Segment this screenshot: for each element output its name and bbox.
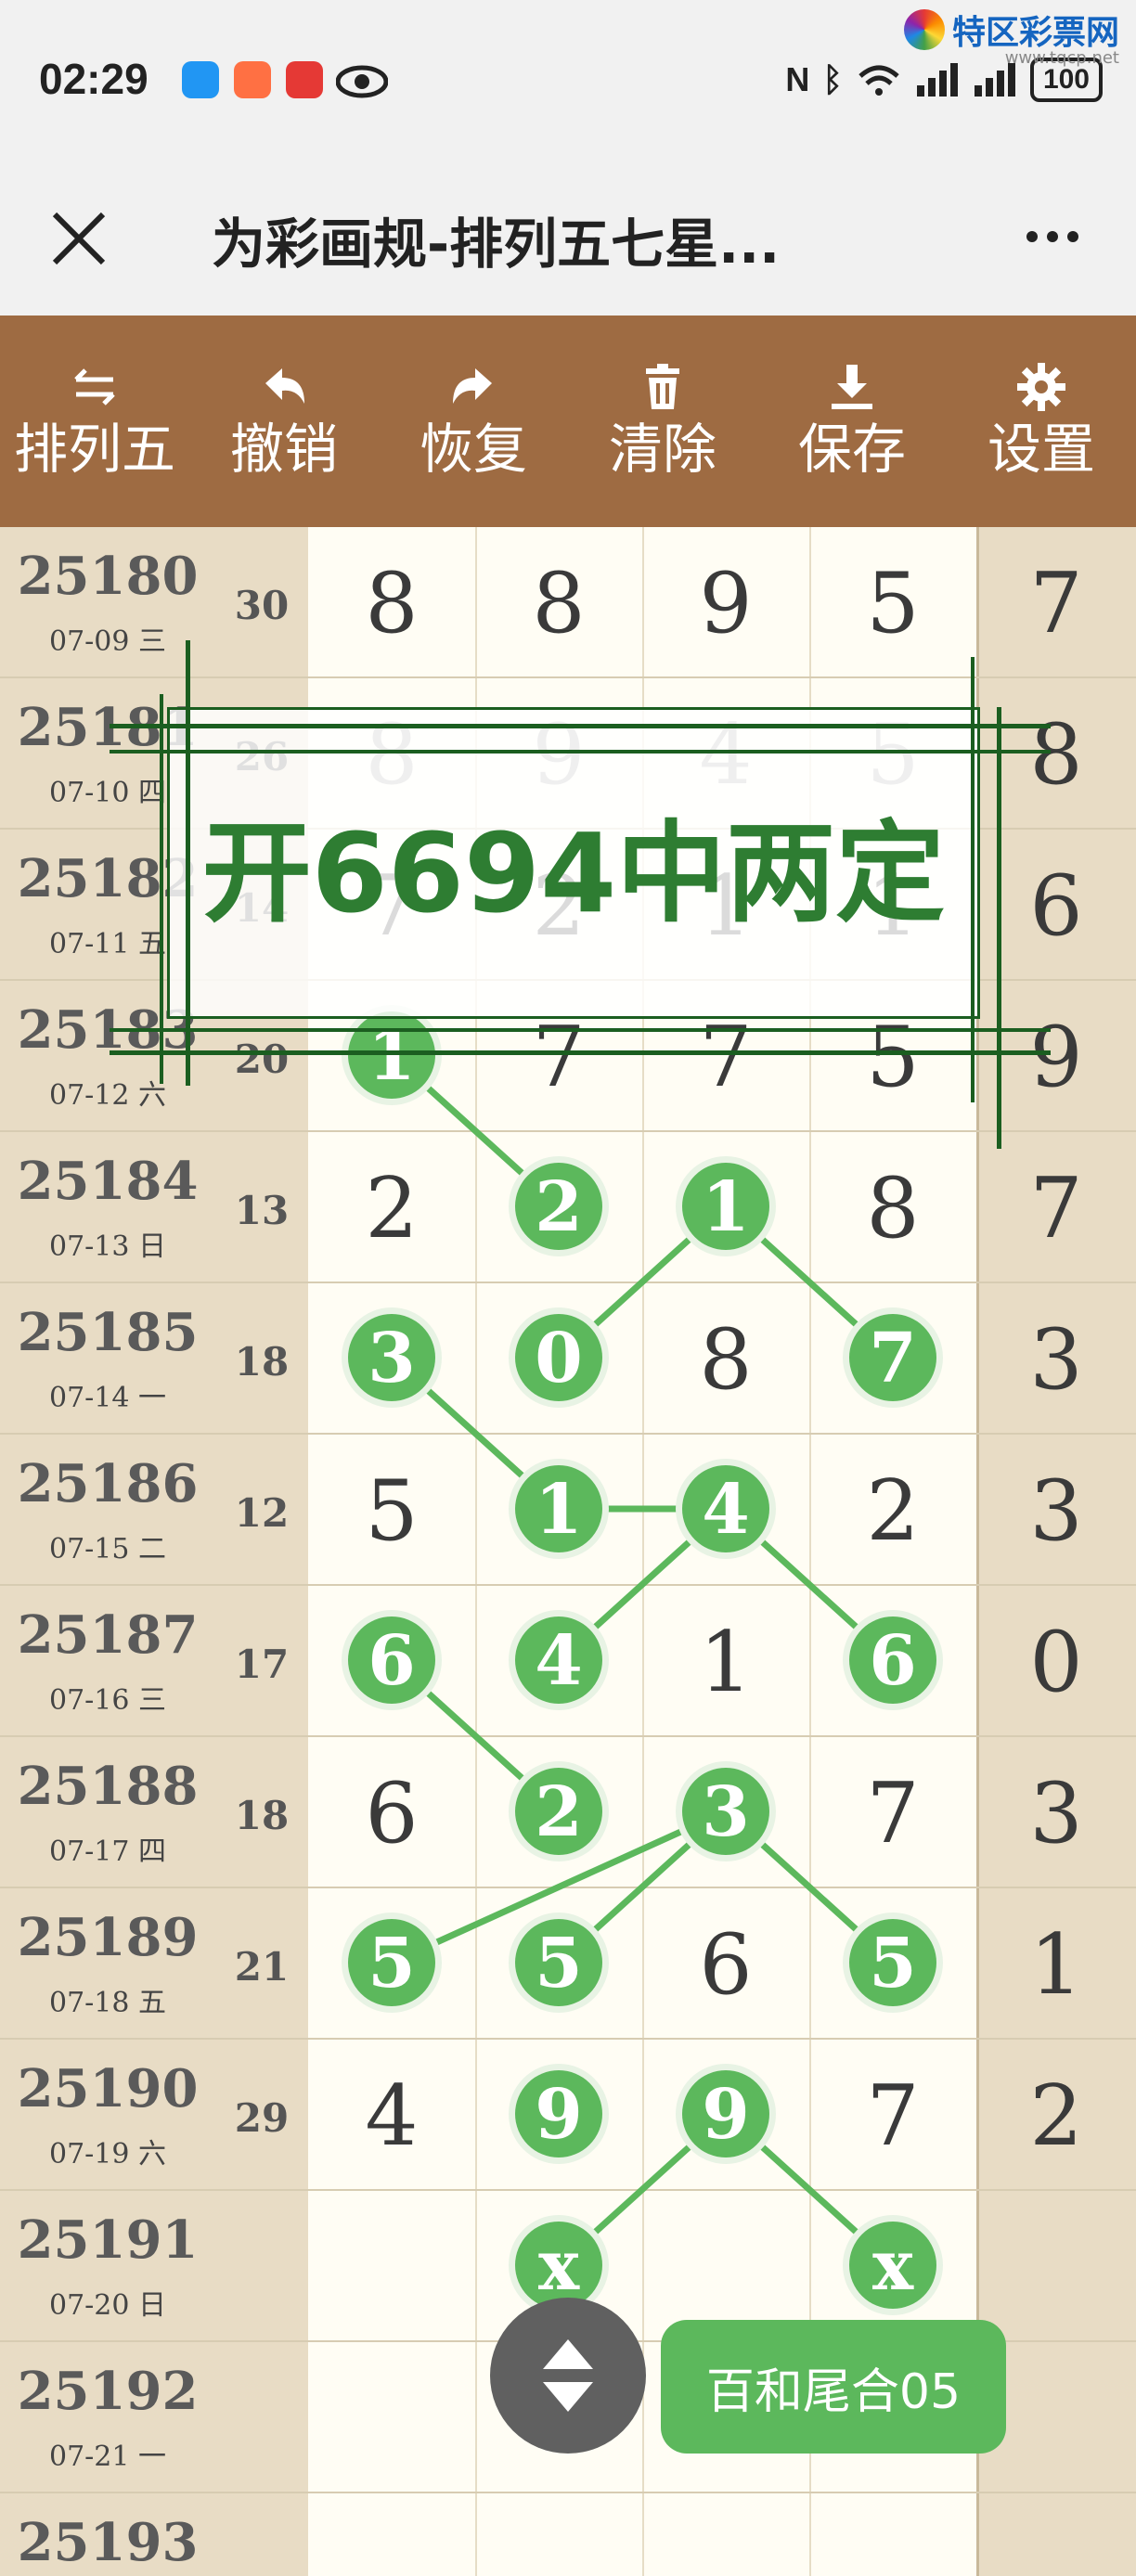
ball-label: 1 bbox=[702, 1167, 750, 1247]
ball-label: x bbox=[538, 2226, 580, 2306]
toolbar-button-redo[interactable]: 恢复 bbox=[379, 316, 568, 527]
selected-ball[interactable]: 5 bbox=[509, 1913, 609, 2013]
selected-ball[interactable]: 6 bbox=[843, 1610, 943, 1710]
toolbar-button-save[interactable]: 保存 bbox=[757, 316, 947, 527]
watermark-url: www.tqcp.net bbox=[1004, 48, 1119, 68]
ball-label: 3 bbox=[368, 1319, 416, 1398]
selected-ball[interactable]: 4 bbox=[676, 1459, 776, 1559]
toolbar-label: 设置 bbox=[987, 418, 1095, 481]
swap-icon bbox=[74, 368, 115, 406]
selected-ball[interactable]: 2 bbox=[509, 1761, 609, 1861]
download-icon bbox=[832, 365, 872, 409]
signal-icon bbox=[916, 63, 958, 97]
annotation-box: 开6694中两定 bbox=[167, 707, 980, 1019]
close-icon bbox=[52, 212, 106, 265]
toolbar-button-undo[interactable]: 撤销 bbox=[189, 316, 379, 527]
ball-label: 5 bbox=[368, 1924, 416, 2003]
up-down-arrows-icon bbox=[543, 2339, 593, 2412]
toolbar-label: 恢复 bbox=[419, 418, 527, 481]
annotation-line bbox=[110, 1028, 1051, 1032]
toolbar-label: 清除 bbox=[608, 418, 716, 481]
annotation-line bbox=[186, 640, 190, 1086]
more-dot bbox=[1067, 231, 1078, 242]
annotation-line bbox=[160, 694, 163, 1084]
selected-ball[interactable]: x bbox=[843, 2215, 943, 2315]
selected-ball[interactable]: 7 bbox=[843, 1307, 943, 1408]
toolbar-label: 保存 bbox=[797, 418, 906, 481]
title-bar: 为彩画规-排列五七星... bbox=[0, 167, 1136, 316]
signal-icon bbox=[974, 63, 1015, 97]
selected-ball[interactable]: 1 bbox=[342, 1005, 442, 1105]
selected-ball[interactable]: 2 bbox=[509, 1156, 609, 1256]
watermark-logo bbox=[903, 9, 945, 50]
trash-icon bbox=[646, 364, 679, 409]
selected-ball[interactable]: 5 bbox=[843, 1913, 943, 2013]
toolbar-button-clear[interactable]: 清除 bbox=[568, 316, 757, 527]
annotation-line bbox=[110, 1050, 1051, 1055]
toolbar-label: 撤销 bbox=[229, 418, 338, 481]
selected-ball[interactable]: 3 bbox=[676, 1761, 776, 1861]
ball-label: 9 bbox=[535, 2075, 583, 2155]
page-title: 为彩画规-排列五七星... bbox=[212, 213, 781, 276]
ball-label: 2 bbox=[535, 1772, 583, 1852]
selected-ball[interactable]: 1 bbox=[509, 1459, 609, 1559]
ball-label: 5 bbox=[869, 1924, 917, 2003]
annotation-line bbox=[997, 707, 1001, 1149]
nfc-icon: N bbox=[785, 60, 810, 98]
ball-label: 4 bbox=[702, 1470, 750, 1550]
ball-label: 1 bbox=[535, 1470, 583, 1550]
wifi-icon bbox=[858, 65, 899, 96]
annotation-text: 开6694中两定 bbox=[201, 808, 946, 937]
eye-icon bbox=[336, 65, 388, 98]
selected-ball[interactable]: 5 bbox=[342, 1913, 442, 2013]
selected-ball[interactable]: 1 bbox=[676, 1156, 776, 1256]
more-options-button[interactable] bbox=[1006, 204, 1099, 269]
ball-label: x bbox=[872, 2226, 914, 2306]
scroll-toggle-button[interactable] bbox=[490, 2298, 646, 2454]
ball-label: 6 bbox=[368, 1621, 416, 1701]
selected-ball[interactable]: 9 bbox=[676, 2064, 776, 2164]
watermark-text: 特区彩票网 bbox=[951, 14, 1119, 52]
toolbar-button-switch[interactable]: 排列五 bbox=[0, 316, 189, 527]
ball-label: 6 bbox=[869, 1621, 917, 1701]
annotation-line bbox=[110, 750, 1051, 753]
toolbar-button-settings[interactable]: 设置 bbox=[947, 316, 1136, 527]
annotation-line bbox=[971, 657, 975, 1102]
ball-label: 4 bbox=[535, 1621, 583, 1701]
notification-app-icon bbox=[182, 61, 219, 98]
ball-label: 0 bbox=[535, 1319, 583, 1398]
toolbar: 排列五 撤销 恢复 清除 保存 设置 bbox=[0, 316, 1136, 527]
ball-label: 7 bbox=[869, 1319, 917, 1398]
watermark: 特区彩票网 bbox=[903, 6, 1119, 54]
ball-label: 5 bbox=[535, 1924, 583, 2003]
selected-ball[interactable]: 6 bbox=[342, 1610, 442, 1710]
undo-icon bbox=[265, 368, 304, 404]
sum-tail-badge[interactable]: 百和尾合05 bbox=[661, 2320, 1006, 2454]
more-dot bbox=[1026, 231, 1038, 242]
redo-icon bbox=[453, 368, 492, 404]
bluetooth-icon: ᛒ bbox=[822, 60, 843, 98]
toolbar-label: 排列五 bbox=[13, 418, 175, 481]
close-button[interactable] bbox=[37, 197, 121, 280]
annotation-line bbox=[110, 724, 1051, 728]
selected-ball[interactable]: 4 bbox=[509, 1610, 609, 1710]
selected-ball[interactable]: 0 bbox=[509, 1307, 609, 1408]
status-bar: 02:29 N ᛒ 100 特区彩票网 www.tqcp.net bbox=[0, 0, 1136, 167]
gear-icon bbox=[1017, 363, 1065, 411]
ball-label: 9 bbox=[702, 2075, 750, 2155]
ball-label: 2 bbox=[535, 1167, 583, 1247]
selected-ball[interactable]: 3 bbox=[342, 1307, 442, 1408]
more-dot bbox=[1047, 231, 1058, 242]
selected-ball[interactable]: 9 bbox=[509, 2064, 609, 2164]
notification-app-icon bbox=[234, 61, 271, 98]
ball-label: 3 bbox=[702, 1772, 750, 1852]
notification-app-icon bbox=[286, 61, 323, 98]
status-time: 02:29 bbox=[39, 55, 148, 103]
